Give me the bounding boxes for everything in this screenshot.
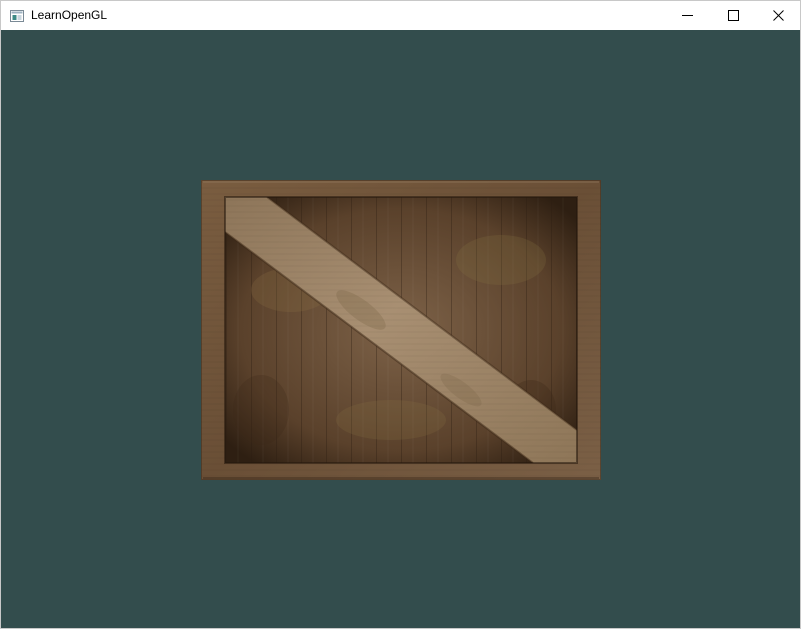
close-button[interactable] [755, 1, 801, 30]
window-app-icon [10, 9, 24, 22]
minimize-button[interactable] [664, 1, 710, 30]
maximize-button[interactable] [710, 1, 756, 30]
minimize-icon [681, 10, 693, 21]
window-title: LearnOpenGL [31, 8, 108, 22]
app-window: LearnOpenGL [0, 0, 801, 629]
wooden-container-quad [201, 180, 601, 480]
opengl-viewport[interactable] [1, 30, 800, 628]
maximize-icon [727, 10, 739, 21]
close-icon [772, 10, 784, 21]
title-bar[interactable]: LearnOpenGL [1, 1, 800, 30]
